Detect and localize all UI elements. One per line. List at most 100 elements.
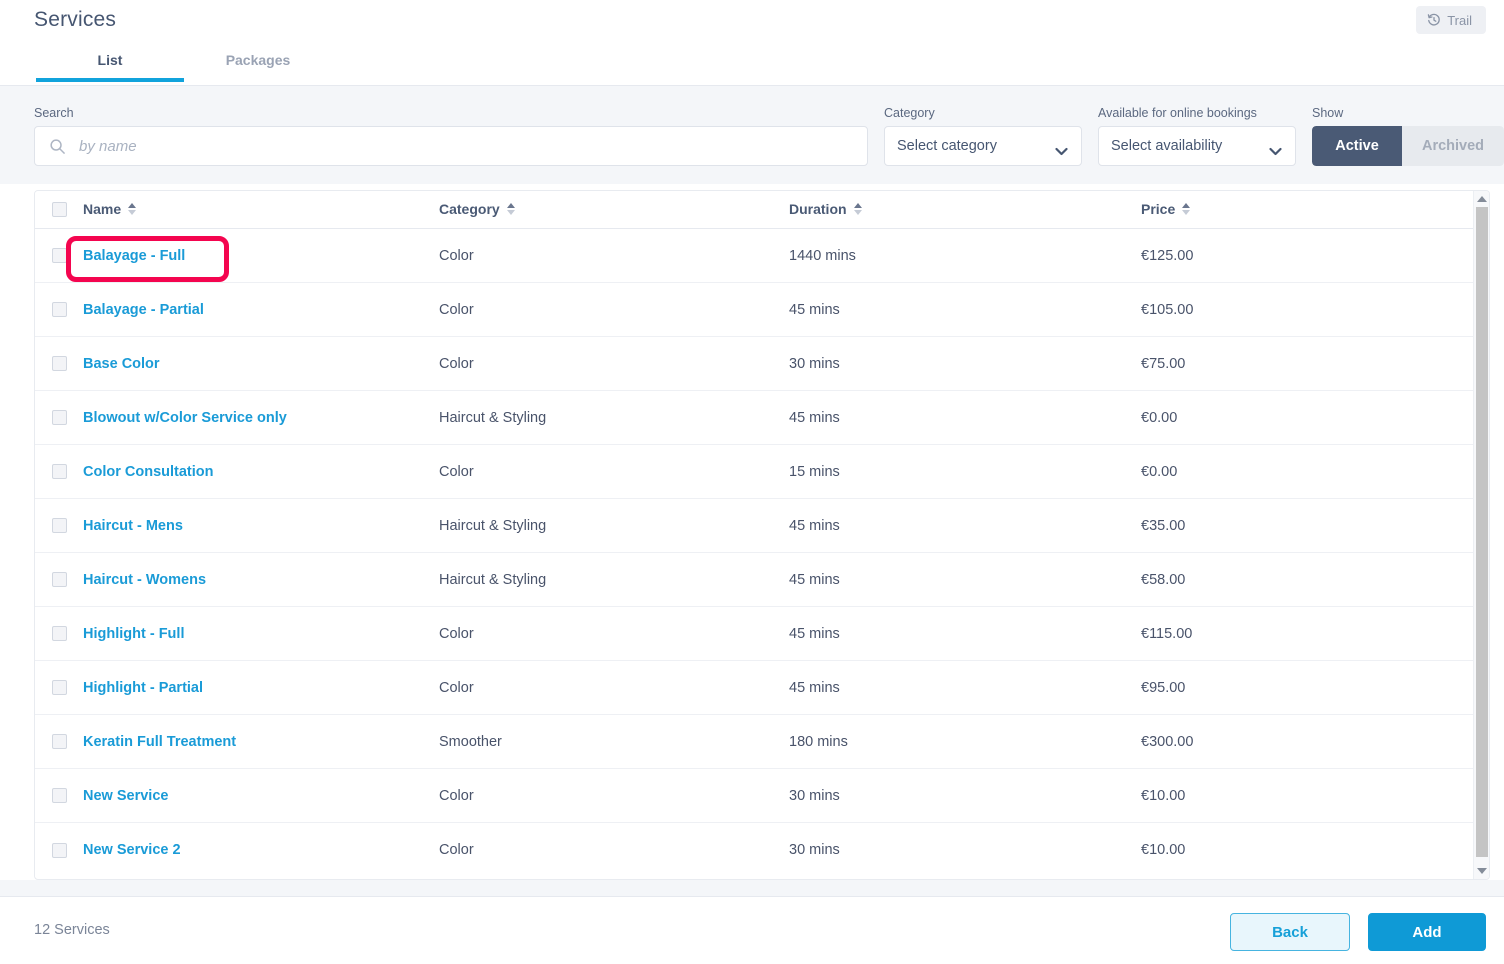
tab-packages[interactable]: Packages (184, 48, 332, 82)
service-duration-value: 45 mins (789, 625, 840, 642)
scroll-up-arrow-icon[interactable] (1477, 196, 1487, 202)
trail-label: Trail (1447, 12, 1472, 28)
add-button[interactable]: Add (1368, 913, 1486, 951)
service-price-cell: €10.00 (1141, 841, 1441, 859)
availability-select[interactable]: Select availability (1098, 126, 1296, 166)
row-checkbox-cell (35, 248, 83, 263)
service-price-cell: €125.00 (1141, 247, 1441, 265)
row-checkbox[interactable] (52, 464, 67, 479)
row-checkbox[interactable] (52, 518, 67, 533)
search-input[interactable] (79, 127, 839, 165)
page-title: Services (34, 8, 117, 31)
services-count: 12 Services (34, 922, 110, 938)
column-header-duration[interactable]: Duration (789, 201, 1141, 219)
service-price-value: €0.00 (1141, 463, 1178, 480)
search-box[interactable] (34, 126, 868, 166)
scroll-down-arrow-icon[interactable] (1477, 868, 1487, 874)
service-duration-value: 15 mins (789, 463, 840, 480)
service-duration-cell: 30 mins (789, 787, 1141, 805)
service-name-cell: Highlight - Full (83, 625, 439, 643)
back-button[interactable]: Back (1230, 913, 1350, 951)
service-duration-cell: 45 mins (789, 625, 1141, 643)
row-checkbox[interactable] (52, 734, 67, 749)
column-header-duration-label: Duration (789, 200, 847, 217)
column-header-category[interactable]: Category (439, 201, 789, 219)
show-archived-toggle[interactable]: Archived (1402, 126, 1504, 166)
service-category-cell: Color (439, 247, 789, 265)
service-category-value: Color (439, 679, 474, 696)
service-name-cell: New Service 2 (83, 841, 439, 859)
row-checkbox-cell (35, 302, 83, 317)
availability-filter-group: Available for online bookings Select ava… (1098, 106, 1296, 166)
service-category-value: Color (439, 842, 474, 858)
row-checkbox[interactable] (52, 410, 67, 425)
row-checkbox-cell (35, 680, 83, 695)
search-label: Search (34, 106, 74, 120)
service-name-link[interactable]: Highlight - Partial (83, 680, 203, 696)
service-name-link[interactable]: Balayage - Full (83, 248, 185, 264)
row-checkbox[interactable] (52, 788, 67, 803)
service-duration-cell: 45 mins (789, 301, 1141, 319)
history-icon (1427, 13, 1441, 27)
scrollbar-thumb[interactable] (1476, 207, 1488, 857)
service-category-cell: Color (439, 463, 789, 481)
table-row: Balayage - Partial Color 45 mins €105.00 (35, 283, 1489, 337)
service-name-link[interactable]: Haircut - Womens (83, 572, 206, 588)
row-checkbox[interactable] (52, 626, 67, 641)
row-checkbox[interactable] (52, 356, 67, 371)
service-category-value: Color (439, 301, 474, 318)
show-active-toggle[interactable]: Active (1312, 126, 1402, 166)
service-name-link[interactable]: Haircut - Mens (83, 518, 183, 534)
select-all-checkbox[interactable] (52, 202, 67, 217)
table-scrollbar[interactable] (1473, 191, 1489, 879)
category-select[interactable]: Select category (884, 126, 1082, 166)
row-checkbox[interactable] (52, 842, 67, 858)
service-name-link[interactable]: Blowout w/Color Service only (83, 410, 287, 426)
service-category-cell: Color (439, 679, 789, 697)
service-price-cell: €75.00 (1141, 355, 1441, 373)
row-checkbox[interactable] (52, 248, 67, 263)
row-checkbox-cell (35, 788, 83, 803)
service-category-value: Haircut & Styling (439, 571, 547, 588)
sort-icon-category[interactable] (506, 202, 515, 215)
service-name-link[interactable]: Base Color (83, 356, 160, 372)
service-price-cell: €115.00 (1141, 625, 1441, 643)
service-duration-value: 30 mins (789, 842, 840, 858)
service-price-cell: €10.00 (1141, 787, 1441, 805)
tab-list[interactable]: List (36, 48, 184, 82)
row-checkbox-cell (35, 572, 83, 587)
service-duration-value: 45 mins (789, 517, 840, 534)
category-selected-value: Select category (897, 138, 997, 154)
availability-selected-value: Select availability (1111, 138, 1223, 154)
row-checkbox[interactable] (52, 680, 67, 695)
trail-button[interactable]: Trail (1416, 6, 1486, 34)
service-duration-value: 30 mins (789, 355, 840, 372)
column-header-name[interactable]: Name (83, 201, 439, 219)
sort-icon-price[interactable] (1182, 202, 1191, 215)
column-header-price-label: Price (1141, 200, 1176, 217)
service-name-link[interactable]: Balayage - Partial (83, 302, 204, 318)
sort-icon-duration[interactable] (853, 202, 862, 215)
service-name-link[interactable]: New Service (83, 788, 168, 804)
row-checkbox[interactable] (52, 572, 67, 587)
sort-icon-name[interactable] (128, 202, 137, 215)
row-checkbox-cell (35, 410, 83, 425)
service-category-value: Color (439, 787, 474, 804)
service-duration-value: 45 mins (789, 571, 840, 588)
row-checkbox[interactable] (52, 302, 67, 317)
service-category-cell: Color (439, 841, 789, 859)
service-category-cell: Color (439, 625, 789, 643)
services-page: Services Trail List Packages Search by n… (0, 0, 1504, 964)
services-table: Name Category Duration Price Balayage - … (34, 190, 1490, 880)
column-header-price[interactable]: Price (1141, 201, 1441, 219)
service-name-link[interactable]: Color Consultation (83, 464, 214, 480)
service-name-link[interactable]: Keratin Full Treatment (83, 734, 236, 750)
service-category-value: Color (439, 625, 474, 642)
table-row: Blowout w/Color Service only Haircut & St… (35, 391, 1489, 445)
table-row: Highlight - Full Color 45 mins €115.00 (35, 607, 1489, 661)
service-name-link[interactable]: Highlight - Full (83, 626, 184, 642)
service-name-link[interactable]: New Service 2 (83, 842, 181, 858)
service-duration-value: 30 mins (789, 787, 840, 804)
availability-label: Available for online bookings (1098, 106, 1257, 120)
table-row: Haircut - Womens Haircut & Styling 45 mins… (35, 553, 1489, 607)
